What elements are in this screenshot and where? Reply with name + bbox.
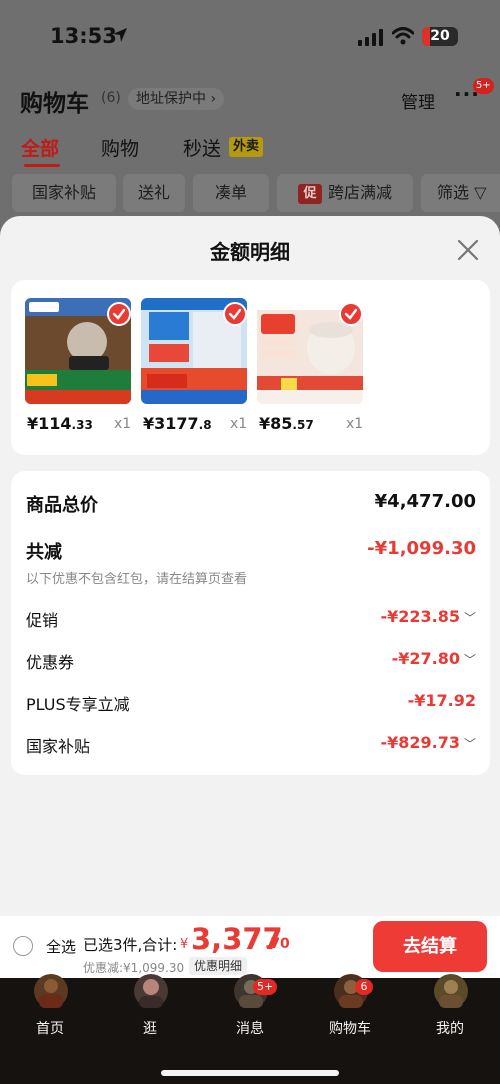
location-arrow-icon [113,28,127,42]
status-time: 13:53 [50,24,117,48]
filter-row: 国家补贴 送礼 凑单 促跨店满减 筛选 ▽ [0,174,500,214]
nav-label: 逛 [143,1021,157,1037]
discount-summary: 优惠减:¥1,099.30 [83,961,185,975]
total-decimal: .70 [265,936,290,952]
checkout-bar: 全选 已选3件,合计: ¥ 3,377 .70 优惠减:¥1,099.30 优惠… [0,916,500,978]
discount-row-promotion[interactable]: 促销 -¥223.85 ﹀ [26,607,476,635]
stroll-icon [134,974,168,1008]
status-bar: 13:53 20 [0,0,500,72]
manage-button[interactable]: 管理 [401,88,435,113]
nav-messages[interactable]: 5+ 消息 [205,974,295,1042]
signal-icon [358,29,383,46]
checked-icon [223,302,247,326]
discount-label: 国家补贴 [26,737,91,756]
total-label: 商品总价 [26,495,98,516]
chevron-down-icon: ﹀ [463,737,476,751]
takeout-tag: 外卖 [229,137,264,157]
reduce-note: 以下优惠不包含红包，请在结算页查看 [26,572,248,587]
profile-icon [434,974,468,1008]
reduce-row: 共减 -¥1,099.30 [26,538,476,566]
reduce-value: -¥1,099.30 [367,538,476,559]
filter-chip-bundle[interactable]: 凑单 [193,174,269,212]
checkout-button[interactable]: 去结算 [373,921,487,972]
selected-summary: 已选3件,合计: [83,936,178,954]
product-item[interactable]: ¥85.57 x1 [257,298,367,438]
product-item[interactable]: ¥114.33 x1 [25,298,135,438]
discount-detail-button[interactable]: 优惠明细 [189,957,248,975]
nav-cart[interactable]: 6 购物车 [305,974,395,1042]
nav-label: 消息 [236,1021,264,1037]
store-discount-label: 跨店满减 [327,183,392,202]
total-value: ¥4,477.00 [374,491,476,512]
discount-label: 促销 [26,611,59,630]
discount-value: -¥17.92 [407,691,476,710]
tab-active-indicator [24,164,60,167]
nav-mine[interactable]: 我的 [405,974,495,1042]
cart-header: 购物车 (6) 地址保护中 › 管理 ··· 5+ [0,78,500,120]
discount-value: -¥829.73 ﹀ [380,733,476,752]
close-icon[interactable] [454,236,482,264]
nav-stroll[interactable]: 逛 [105,974,195,1042]
reduce-label: 共减 [26,542,62,563]
more-badge: 5+ [473,78,494,94]
discount-label: 优惠券 [26,653,75,672]
products-card: ¥114.33 x1 ¥3177.8 x1 ¥85.57 x1 [11,280,490,455]
messages-badge: 5+ [253,979,278,995]
sheet-title: 金额明细 [210,240,290,264]
tab-all[interactable]: 全部 [21,134,59,161]
home-indicator [161,1070,339,1076]
product-qty: x1 [230,416,248,432]
wifi-icon [392,27,414,45]
filter-button[interactable]: 筛选 ▽ [421,174,500,212]
filter-chip-gift[interactable]: 送礼 [123,174,185,212]
filter-chip-subsidy[interactable]: 国家补贴 [12,174,116,212]
product-qty: x1 [346,416,364,432]
discount-row-coupon[interactable]: 优惠券 -¥27.80 ﹀ [26,649,476,677]
bottom-nav: 首页 逛 5+ 消息 6 购物车 我的 [0,974,500,1084]
tab-flash-delivery[interactable]: 秒送 [183,134,221,161]
promo-icon: 促 [297,184,322,204]
tab-shopping[interactable]: 购物 [101,134,139,161]
filter-chip-store-discount[interactable]: 促跨店满减 [277,174,413,212]
chevron-down-icon: ﹀ [463,611,476,625]
page-title: 购物车 [20,91,89,117]
discount-row-plus: PLUS专享立减 -¥17.92 [26,691,476,719]
discount-value: -¥27.80 ﹀ [391,649,476,668]
total-row: 商品总价 ¥4,477.00 [26,491,476,519]
cart-tabs: 全部 购物 秒送 外卖 [0,134,500,170]
product-price: ¥114.33 [27,414,93,433]
nav-label: 我的 [436,1021,464,1037]
discount-value: -¥223.85 ﹀ [380,607,476,626]
battery-icon: 20 [422,27,458,46]
select-all-radio[interactable] [13,936,33,956]
nav-label: 购物车 [329,1021,371,1037]
cart-badge: 6 [355,979,373,995]
chevron-down-icon: ﹀ [463,653,476,667]
nav-label: 首页 [36,1021,64,1037]
amount-detail-sheet: 金额明细 ¥114.33 x1 ¥3177.8 x1 ¥85.57 x1 商品总… [0,216,500,976]
discount-row-subsidy[interactable]: 国家补贴 -¥829.73 ﹀ [26,733,476,761]
checked-icon [339,302,363,326]
checked-icon [107,302,131,326]
address-protect-button[interactable]: 地址保护中 › [128,88,225,110]
select-all-label[interactable]: 全选 [46,936,76,957]
home-icon [34,974,68,1008]
product-item[interactable]: ¥3177.8 x1 [141,298,251,438]
cart-count: (6) [101,90,121,106]
nav-home[interactable]: 首页 [5,974,95,1042]
product-price: ¥85.57 [259,414,314,433]
product-qty: x1 [114,416,132,432]
amount-detail-card: 商品总价 ¥4,477.00 共减 -¥1,099.30 以下优惠不包含红包，请… [11,471,490,775]
battery-level: 20 [430,28,450,44]
discount-label: PLUS专享立减 [26,695,130,714]
product-price: ¥3177.8 [143,414,212,433]
currency-symbol: ¥ [180,937,189,952]
